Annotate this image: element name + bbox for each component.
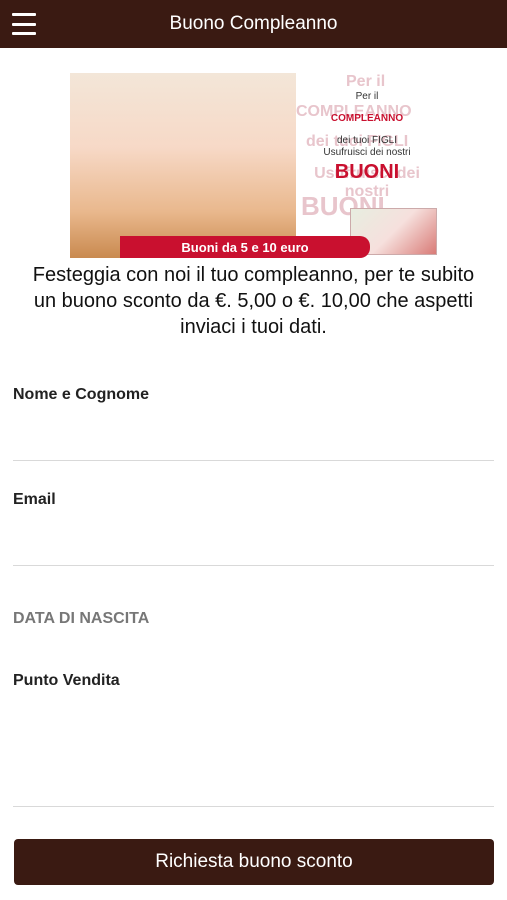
intro-text: Festeggia con noi il tuo compleanno, per… bbox=[32, 264, 475, 338]
page-title: Buono Compleanno bbox=[169, 13, 338, 34]
divider bbox=[13, 460, 494, 461]
divider bbox=[13, 565, 494, 566]
email-field[interactable] bbox=[13, 525, 498, 557]
banner-ribbon: Buoni da 5 e 10 euro bbox=[120, 236, 370, 258]
birthdate-field[interactable]: DATA DI NASCITA bbox=[13, 610, 149, 628]
email-label: Email bbox=[13, 491, 56, 508]
hamburger-menu-icon[interactable] bbox=[12, 12, 36, 36]
banner-line: Usufruisci dei nostri bbox=[323, 147, 411, 158]
name-field[interactable] bbox=[13, 420, 498, 452]
banner-line: COMPLEANNO bbox=[330, 113, 404, 124]
promo-banner: Per il COMPLEANNO dei tuoi FIGLI Usufrui… bbox=[70, 73, 438, 258]
children-birthday-photo bbox=[70, 73, 296, 258]
banner-faint-text: Per il bbox=[346, 73, 386, 90]
banner-line: dei tuoi FIGLI bbox=[336, 135, 398, 146]
banner-line: BUONI bbox=[334, 161, 400, 183]
divider bbox=[13, 806, 494, 807]
request-voucher-button[interactable]: Richiesta buono sconto bbox=[14, 839, 494, 885]
store-label: Punto Vendita bbox=[13, 672, 120, 689]
store-select[interactable] bbox=[13, 705, 494, 795]
top-app-bar: Buono Compleanno bbox=[0, 0, 507, 48]
banner-line: Per il bbox=[355, 91, 379, 102]
name-label: Nome e Cognome bbox=[13, 386, 150, 403]
